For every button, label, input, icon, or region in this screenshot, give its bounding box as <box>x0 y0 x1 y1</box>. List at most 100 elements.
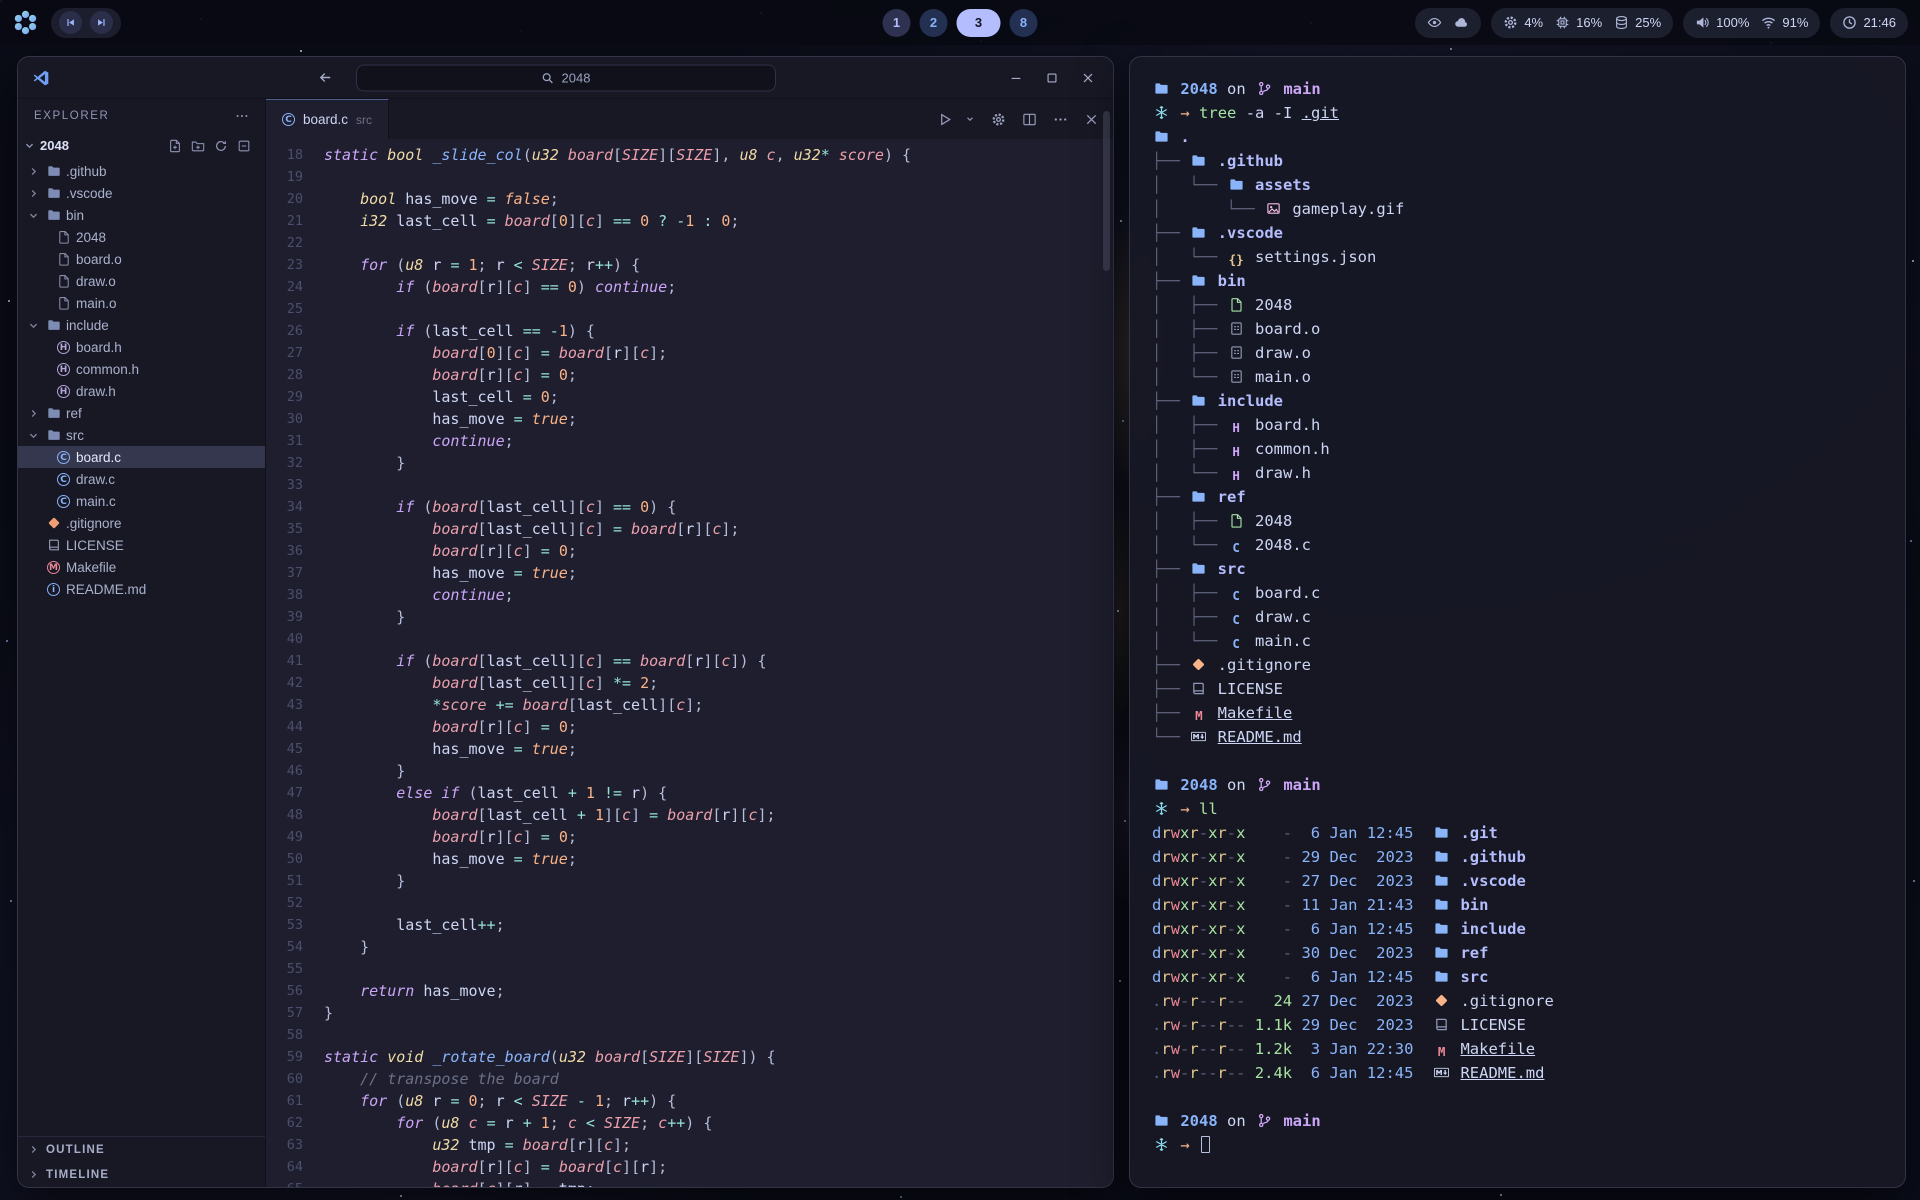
explorer-item-ref[interactable]: ref <box>18 402 265 424</box>
letter-c-icon: C <box>1227 636 1246 652</box>
explorer-item-common.h[interactable]: Hcommon.h <box>18 358 265 380</box>
explorer-item-include[interactable]: include <box>18 314 265 336</box>
file-icon <box>54 296 73 310</box>
code-editor[interactable]: 18static bool _slide_col(u32 board[SIZE]… <box>266 139 1113 1187</box>
terminal-text <box>1246 584 1255 602</box>
code-line-35: 35 board[last_cell][c] = board[r][c]; <box>266 518 1113 540</box>
terminal-text: - <box>1208 1064 1217 1082</box>
navigate-back-button[interactable] <box>318 70 333 85</box>
line-number: 48 <box>266 804 324 826</box>
terminal-text: x <box>1180 920 1189 938</box>
terminal-text: - <box>1227 824 1236 842</box>
explorer-item-.github[interactable]: .github <box>18 160 265 182</box>
eye-stat[interactable] <box>1427 15 1442 30</box>
wifi-stat[interactable]: 91% <box>1761 15 1808 30</box>
terminal-output[interactable]: 2048 on main → tree -a -I .git .├── .git… <box>1130 57 1905 1187</box>
line-number: 50 <box>266 848 324 870</box>
line-number: 60 <box>266 1068 324 1090</box>
timeline-panel-header[interactable]: TIMELINE <box>18 1162 265 1187</box>
folder-icon <box>1432 945 1451 960</box>
explorer-item-board.o[interactable]: board.o <box>18 248 265 270</box>
minimize-button[interactable] <box>1009 71 1023 85</box>
outline-panel-header[interactable]: OUTLINE <box>18 1137 265 1162</box>
collapse-folders-button[interactable] <box>237 139 251 153</box>
folder-icon <box>44 208 63 222</box>
code-line-57: 57} <box>266 1002 1113 1024</box>
file-label: README.md <box>66 582 146 597</box>
editor-scrollbar[interactable] <box>1103 111 1110 271</box>
workspace-button-8[interactable]: 8 <box>1010 9 1038 37</box>
explorer-item-src[interactable]: src <box>18 424 265 446</box>
cloud-stat[interactable] <box>1454 15 1469 30</box>
terminal-text: ├── <box>1152 272 1189 290</box>
close-button[interactable] <box>1081 71 1095 85</box>
settings-gear-icon[interactable] <box>991 112 1006 127</box>
refresh-explorer-button[interactable] <box>214 139 228 153</box>
project-section-header[interactable]: 2048 <box>18 133 265 158</box>
media-previous-button[interactable] <box>59 11 82 34</box>
terminal-prompt-line: 2048 on main <box>1152 1109 1883 1133</box>
explorer-item-.vscode[interactable]: .vscode <box>18 182 265 204</box>
command-center-search[interactable]: 2048 <box>356 64 776 91</box>
maximize-button[interactable] <box>1045 71 1059 85</box>
run-button[interactable] <box>938 112 953 127</box>
tab-board.c[interactable]: C board.c src <box>266 99 389 139</box>
line-number: 61 <box>266 1090 324 1112</box>
terminal-text: - <box>1255 848 1292 866</box>
speaker-stat[interactable]: 100% <box>1695 15 1749 30</box>
workspace-button-1[interactable]: 1 <box>883 9 911 37</box>
editor-titlebar[interactable]: 2048 <box>18 57 1113 99</box>
new-folder-button[interactable] <box>191 139 205 153</box>
terminal-text <box>1413 992 1432 1010</box>
code-text: } <box>324 606 405 628</box>
explorer-item-draw.c[interactable]: Cdraw.c <box>18 468 265 490</box>
explorer-item-Makefile[interactable]: MMakefile <box>18 556 265 578</box>
explorer-more-button[interactable] <box>235 109 249 123</box>
explorer-item-main.o[interactable]: main.o <box>18 292 265 314</box>
speaker-value: 100% <box>1716 15 1749 30</box>
workspace-button-3[interactable]: 3 <box>957 9 1001 37</box>
explorer-item-README.md[interactable]: iREADME.md <box>18 578 265 600</box>
close-editor-button[interactable] <box>1084 112 1099 127</box>
terminal-output-line: ├── .gitignore <box>1152 653 1883 677</box>
run-dropdown-icon[interactable] <box>969 114 975 124</box>
file-label: ref <box>66 406 82 421</box>
terminal-command-line: → <box>1152 1133 1883 1157</box>
snowflake-icon <box>1152 105 1171 120</box>
explorer-item-bin[interactable]: bin <box>18 204 265 226</box>
terminal-text: - <box>1227 944 1236 962</box>
more-actions-button[interactable] <box>1053 112 1068 127</box>
line-number: 55 <box>266 958 324 980</box>
eye-icon <box>1427 15 1442 30</box>
gear-stat[interactable]: 4% <box>1503 15 1543 30</box>
terminal-output-line: drwxr-xr-x - 6 Jan 12:45 include <box>1152 917 1883 941</box>
code-text: board[r][c] = 0; <box>324 364 577 386</box>
code-line-49: 49 board[r][c] = 0; <box>266 826 1113 848</box>
explorer-item-2048[interactable]: 2048 <box>18 226 265 248</box>
distro-logo-icon[interactable] <box>12 9 39 36</box>
system-stats-widget: 4% 16% 25% <box>1491 8 1673 38</box>
terminal-text: w <box>1171 920 1180 938</box>
workspace-button-2[interactable]: 2 <box>920 9 948 37</box>
explorer-item-main.c[interactable]: Cmain.c <box>18 490 265 512</box>
terminal-text <box>1246 320 1255 338</box>
explorer-item-.gitignore[interactable]: .gitignore <box>18 512 265 534</box>
chip-stat[interactable]: 16% <box>1555 15 1602 30</box>
terminal-text <box>1413 920 1432 938</box>
cylinder-stat[interactable]: 25% <box>1614 15 1661 30</box>
terminal-text: - <box>1180 1016 1189 1034</box>
clock-widget[interactable]: 21:46 <box>1830 8 1908 38</box>
split-editor-button[interactable] <box>1022 112 1037 127</box>
explorer-item-draw.h[interactable]: Hdraw.h <box>18 380 265 402</box>
terminal-text: - <box>1227 1040 1236 1058</box>
explorer-item-board.h[interactable]: Hboard.h <box>18 336 265 358</box>
explorer-item-draw.o[interactable]: draw.o <box>18 270 265 292</box>
c-file-icon: C <box>282 113 295 126</box>
explorer-item-board.c[interactable]: Cboard.c <box>18 446 265 468</box>
code-text: last_cell = 0; <box>324 386 559 408</box>
code-text: u32 tmp = board[r][c]; <box>324 1134 631 1156</box>
explorer-item-LICENSE[interactable]: LICENSE <box>18 534 265 556</box>
terminal-text: 27 Dec 2023 <box>1301 992 1413 1010</box>
new-file-button[interactable] <box>168 139 182 153</box>
media-next-button[interactable] <box>90 11 113 34</box>
